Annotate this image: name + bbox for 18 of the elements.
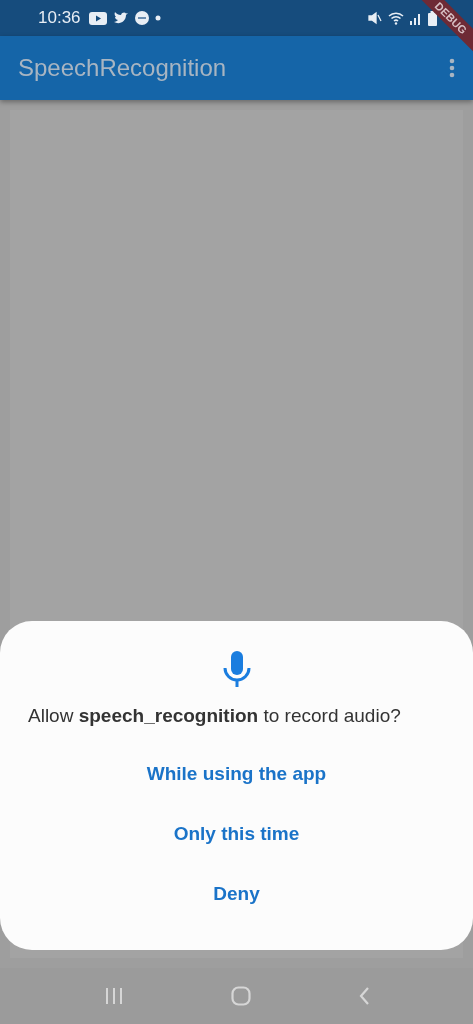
permission-option-button[interactable]: Only this time (163, 817, 310, 851)
wifi-icon (388, 11, 404, 25)
video-play-icon (88, 11, 107, 25)
home-icon[interactable] (230, 986, 251, 1006)
bird-icon (112, 11, 129, 25)
more-options-icon[interactable] (449, 58, 455, 78)
dot-icon (154, 15, 161, 21)
back-icon[interactable] (357, 986, 370, 1006)
microphone-icon (222, 651, 251, 687)
permission-message: Allow speech_recognition to record audio? (27, 705, 402, 727)
clock: 10:36 (38, 8, 81, 28)
signal-icon (410, 11, 422, 25)
permission-option-button[interactable]: Deny (203, 877, 270, 911)
permission-option-button[interactable]: While using the app (136, 757, 337, 791)
app-icon (134, 11, 149, 25)
mute-icon (368, 11, 382, 25)
recent-apps-icon[interactable] (103, 987, 124, 1005)
app-title: SpeechRecognition (18, 54, 228, 82)
